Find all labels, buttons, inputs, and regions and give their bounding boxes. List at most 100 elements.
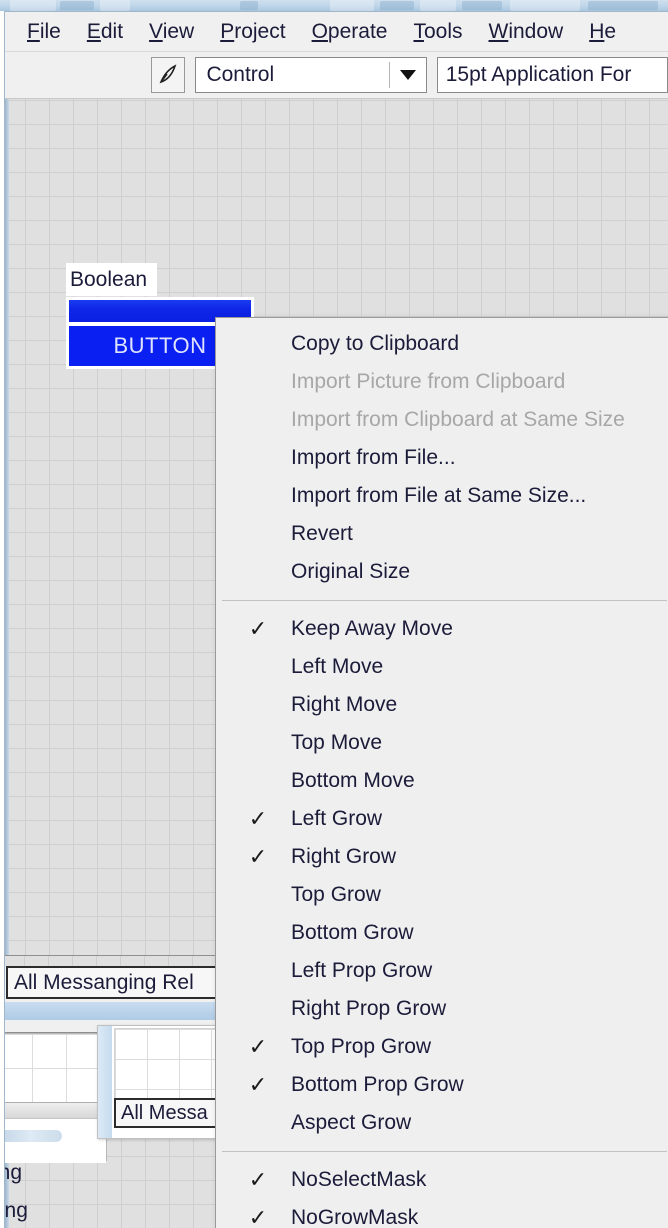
menu-separator — [222, 600, 667, 601]
font-combo-value: 15pt Application For — [445, 63, 632, 86]
background-window-c-title-text: All Messa — [121, 1101, 208, 1124]
boolean-button-text: BUTTON — [113, 333, 207, 358]
background-window-c-title-field[interactable]: All Messa — [114, 1098, 226, 1128]
checkmark-icon: ✓ — [248, 616, 268, 641]
menu-item-edit[interactable]: Edit — [87, 21, 123, 42]
context-menu[interactable]: Copy to Clipboard Import Picture from Cl… — [215, 317, 668, 1228]
menu-item-import-from-file-at-same-size[interactable]: Import from File at Same Size... — [216, 477, 668, 515]
menu-item-edit-rest: dit — [100, 20, 124, 43]
menu-item-label: Import from File... — [291, 446, 456, 469]
context-combo[interactable]: Control — [195, 57, 427, 93]
menu-item-nogrowmask[interactable]: ✓ NoGrowMask — [216, 1199, 668, 1228]
background-window-c-rail — [98, 1026, 112, 1138]
menu-item-window[interactable]: Window — [489, 21, 564, 42]
background-window-c[interactable]: All Messa — [97, 1025, 226, 1139]
menu-item-import-from-file[interactable]: Import from File... — [216, 439, 668, 477]
menu-item-copy-to-clipboard[interactable]: Copy to Clipboard — [216, 325, 668, 363]
background-window-b-thumbnail — [5, 1130, 62, 1142]
menu-item-label: Import Picture from Clipboard — [291, 370, 566, 393]
menu-item-bottom-move[interactable]: Bottom Move — [216, 762, 668, 800]
background-window-b[interactable] — [5, 1033, 107, 1163]
checkmark-icon: ✓ — [248, 1167, 268, 1192]
menu-item-view-label: V — [149, 20, 163, 43]
list-item[interactable]: .png — [5, 1192, 187, 1228]
boolean-control-label-text: Boolean — [70, 267, 148, 291]
background-window-a[interactable]: All Messanging Rel — [5, 955, 221, 1033]
menu-item-label: Import from Clipboard at Same Size — [291, 408, 625, 431]
menu-item-revert[interactable]: Revert — [216, 515, 668, 553]
pen-tool-icon — [159, 64, 177, 84]
menu-item-bottom-grow[interactable]: Bottom Grow — [216, 914, 668, 952]
font-combo[interactable]: 15pt Application For — [436, 57, 668, 93]
front-panel-canvas[interactable]: Boolean BUTTON All Messanging Rel All Me… — [5, 99, 668, 1228]
checkmark-icon: ✓ — [248, 1205, 268, 1228]
menu-item-import-from-clipboard-at-same-size: Import from Clipboard at Same Size — [216, 401, 668, 439]
menu-item-tools-label: T — [413, 20, 424, 43]
boolean-control-label: Boolean — [66, 263, 157, 296]
menu-item-top-grow[interactable]: Top Grow — [216, 876, 668, 914]
menu-item-label: Aspect Grow — [291, 1111, 412, 1134]
menu-item-project-label: P — [220, 20, 235, 43]
menu-item-operate-rest: perate — [327, 20, 388, 43]
menu-item-tools[interactable]: Tools — [413, 21, 462, 42]
menu-item-help-label: H — [589, 20, 605, 43]
menu-item-label: Bottom Grow — [291, 921, 414, 944]
menu-item-operate[interactable]: Operate — [312, 21, 388, 42]
menu-item-file[interactable]: File — [27, 21, 61, 42]
menu-item-label: Import from File at Same Size... — [291, 484, 587, 507]
menu-item-label: Left Move — [291, 655, 384, 678]
menu-item-right-move[interactable]: Right Move — [216, 686, 668, 724]
menu-item-label: Top Grow — [291, 883, 381, 906]
menu-item-top-move[interactable]: Top Move — [216, 724, 668, 762]
menu-item-file-label: F — [27, 20, 40, 43]
menu-item-import-picture-from-clipboard: Import Picture from Clipboard — [216, 363, 668, 401]
menu-item-original-size[interactable]: Original Size — [216, 553, 668, 591]
menu-item-label: Revert — [291, 522, 353, 545]
menu-item-right-grow[interactable]: ✓ Right Grow — [216, 838, 668, 876]
menu-item-left-prop-grow[interactable]: Left Prop Grow — [216, 952, 668, 990]
context-combo-value: Control — [206, 63, 275, 86]
menu-item-view-rest: iew — [162, 20, 195, 43]
menu-item-window-label: W — [488, 20, 509, 43]
menu-item-left-move[interactable]: Left Move — [216, 648, 668, 686]
file-list[interactable]: ong .png ng ng k.png — [5, 1154, 187, 1228]
background-window-a-titlebar — [5, 1002, 220, 1020]
menu-item-label: Bottom Move — [291, 769, 415, 792]
menu-item-noselectmask[interactable]: ✓ NoSelectMask — [216, 1161, 668, 1199]
labview-front-panel-window: File Edit View Project Operate Tools Win… — [4, 11, 668, 1228]
menu-item-label: Right Grow — [291, 845, 397, 868]
menu-item-left-grow[interactable]: ✓ Left Grow — [216, 800, 668, 838]
menu-item-label: Right Move — [291, 693, 398, 716]
menu-item-tools-rest: ools — [423, 20, 463, 43]
checkmark-icon: ✓ — [248, 844, 268, 869]
pen-tool-button[interactable] — [150, 57, 186, 93]
menu-item-aspect-grow[interactable]: Aspect Grow — [216, 1104, 668, 1142]
menu-item-top-prop-grow[interactable]: ✓ Top Prop Grow — [216, 1028, 668, 1066]
menu-item-keep-away-move[interactable]: ✓ Keep Away Move — [216, 610, 668, 648]
background-window-a-grid — [5, 956, 220, 966]
background-window-a-title-text: All Messanging Rel — [14, 970, 194, 994]
menu-bar: File Edit View Project Operate Tools Win… — [5, 12, 668, 52]
toolbar: Control 15pt Application For — [5, 52, 668, 99]
menu-item-help-rest: e — [604, 20, 617, 43]
menu-item-bottom-prop-grow[interactable]: ✓ Bottom Prop Grow — [216, 1066, 668, 1104]
menu-item-operate-label: O — [311, 20, 328, 43]
checkmark-icon: ✓ — [248, 806, 268, 831]
chevron-down-icon[interactable] — [399, 70, 416, 80]
menu-item-label: Original Size — [291, 560, 411, 583]
menu-item-project[interactable]: Project — [220, 21, 285, 42]
menu-item-edit-label: E — [86, 20, 101, 43]
menu-item-label: Left Grow — [291, 807, 383, 830]
desktop-background-strip — [0, 0, 668, 11]
list-item[interactable]: ong — [5, 1154, 187, 1192]
menu-item-right-prop-grow[interactable]: Right Prop Grow — [216, 990, 668, 1028]
menu-item-help[interactable]: He — [589, 21, 616, 42]
menu-item-view[interactable]: View — [149, 21, 194, 42]
background-window-c-grid — [114, 1028, 220, 1102]
menu-item-window-rest: indow — [508, 20, 564, 43]
menu-item-file-rest: ile — [39, 20, 61, 43]
background-window-a-title-field[interactable]: All Messanging Rel — [6, 966, 220, 999]
screen-root: File Edit View Project Operate Tools Win… — [0, 0, 668, 1228]
menu-item-label: Copy to Clipboard — [291, 332, 460, 355]
menu-item-project-rest: roject — [234, 20, 286, 43]
